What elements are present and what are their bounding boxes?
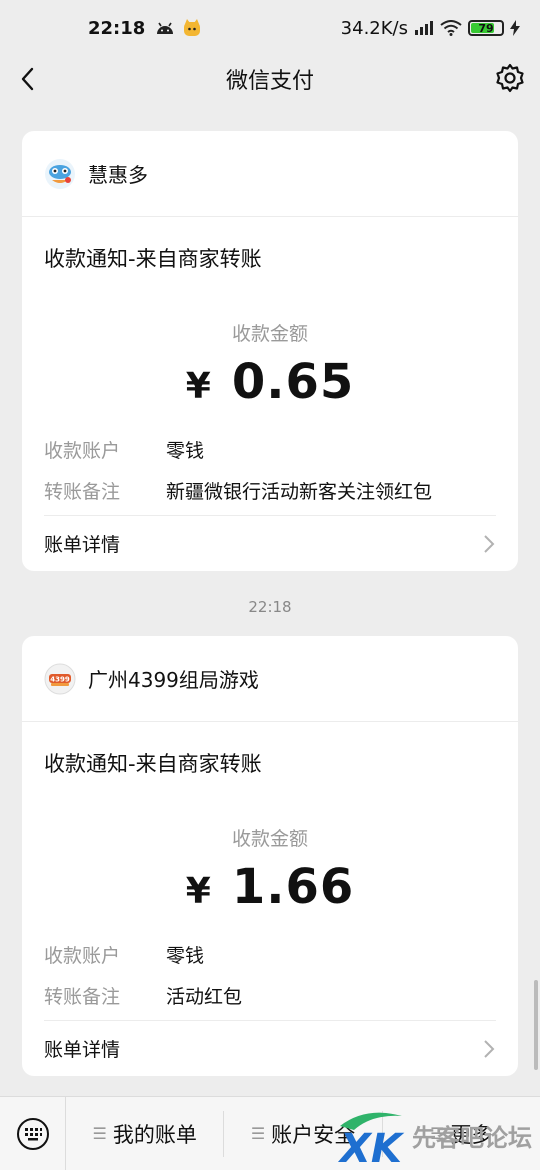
detail-key: 收款账户 (44, 440, 121, 462)
bill-details-link[interactable]: 账单详情 (44, 1020, 496, 1076)
payment-notification-card[interactable]: 慧惠多 收款通知-来自商家转账 收款金额 ¥0.65 收款账户 零钱 转账备注 … (22, 131, 518, 571)
detail-value: 活动红包 (166, 986, 243, 1008)
detail-row-account: 收款账户 零钱 (22, 436, 518, 463)
detail-value: 零钱 (166, 440, 205, 462)
notification-title: 收款通知-来自商家转账 (44, 247, 262, 271)
card-header[interactable]: 慧惠多 (22, 131, 518, 217)
menu-lines-icon: ☰ (92, 1124, 107, 1143)
battery-level: 79 (478, 21, 494, 35)
amount-label: 收款金额 (231, 323, 308, 345)
back-arrow-icon[interactable] (14, 64, 44, 94)
chevron-right-icon (484, 1039, 495, 1058)
currency-symbol: ¥ (185, 871, 212, 912)
watermark: XK 先客吧论坛 (336, 1100, 540, 1170)
watermark-logo-letters: XK (337, 1126, 405, 1166)
battery-icon: 79 (468, 20, 504, 36)
detail-key: 收款账户 (44, 945, 121, 967)
detail-row-remark: 转账备注 活动红包 (22, 982, 518, 1009)
network-speed: 34.2K/s (340, 17, 408, 39)
amount: ¥0.65 (22, 354, 518, 410)
merchant-name: 慧惠多 (88, 163, 148, 187)
watermark-text: 先客吧论坛 (412, 1122, 532, 1152)
watermark-logo-icon: XK (337, 1112, 405, 1166)
merchant-name: 广州4399组局游戏 (88, 668, 259, 692)
merchant-logo-icon: 4399 (44, 663, 76, 694)
notification-title: 收款通知-来自商家转账 (44, 752, 262, 776)
amount-label: 收款金额 (231, 828, 308, 850)
keyboard-toggle-button[interactable] (0, 1096, 66, 1170)
scrollbar[interactable] (534, 980, 538, 1070)
merchant-logo-icon (45, 158, 75, 189)
signal-icon (415, 21, 433, 35)
logo-text: 4399 (50, 675, 70, 683)
bill-details-label: 账单详情 (44, 1039, 121, 1061)
menu-label: 我的账单 (112, 1122, 197, 1147)
detail-value: 新疆微银行活动新客关注领红包 (166, 481, 433, 503)
bill-details-label: 账单详情 (44, 534, 121, 556)
keyboard-icon (16, 1117, 49, 1150)
amount-value: 0.65 (231, 354, 355, 410)
menu-lines-icon: ☰ (250, 1124, 266, 1143)
status-bar: 22:18 34.2K/s 79 (0, 0, 540, 56)
amount: ¥1.66 (22, 859, 518, 915)
card-header[interactable]: 4399 广州4399组局游戏 (22, 636, 518, 722)
currency-symbol: ¥ (185, 366, 212, 407)
payment-notification-card[interactable]: 4399 广州4399组局游戏 收款通知-来自商家转账 收款金额 ¥1.66 收… (22, 636, 518, 1076)
status-time: 22:18 (88, 17, 146, 39)
page-title: 微信支付 (225, 69, 314, 94)
amount-value: 1.66 (231, 859, 355, 915)
message-timestamp: 22:18 (248, 598, 292, 616)
android-icon (157, 22, 174, 34)
chevron-right-icon (484, 534, 495, 553)
detail-key: 转账备注 (44, 986, 121, 1008)
nav-bar: 微信支付 (0, 56, 540, 102)
detail-row-account: 收款账户 零钱 (22, 941, 518, 968)
wifi-icon (440, 20, 462, 36)
bill-details-link[interactable]: 账单详情 (44, 515, 496, 571)
notification-cat-icon (184, 19, 201, 36)
detail-value: 零钱 (166, 945, 205, 967)
detail-row-remark: 转账备注 新疆微银行活动新客关注领红包 (22, 477, 518, 504)
menu-my-bills[interactable]: ☰ 我的账单 (66, 1111, 223, 1157)
charging-icon (510, 20, 520, 36)
detail-key: 转账备注 (44, 481, 121, 503)
gear-icon[interactable] (494, 62, 526, 94)
